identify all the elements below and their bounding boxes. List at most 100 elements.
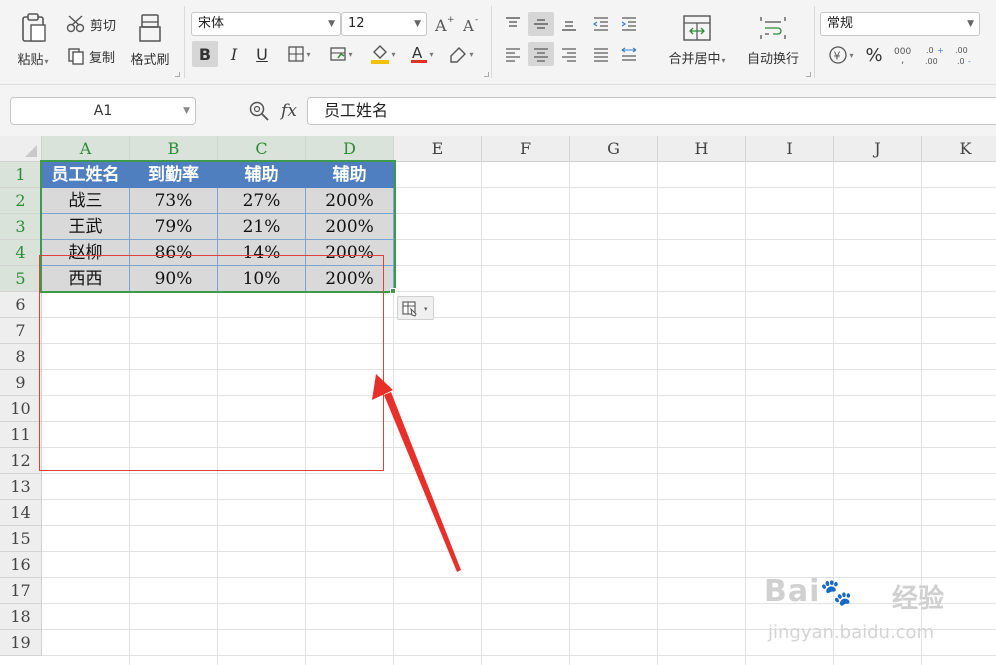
- header-cell[interactable]: 辅助: [306, 162, 394, 188]
- table-cell[interactable]: 王武: [42, 214, 130, 240]
- increase-indent-button[interactable]: [616, 12, 642, 36]
- row-header-14[interactable]: 14: [0, 500, 42, 526]
- distributed-button[interactable]: [616, 42, 642, 66]
- quick-analysis-button[interactable]: ▾: [397, 296, 434, 320]
- alignment-group-expander[interactable]: [806, 72, 811, 77]
- align-top-button[interactable]: [500, 12, 526, 36]
- font-name-select[interactable]: 宋体 ▼: [191, 12, 341, 36]
- header-cell[interactable]: 员工姓名: [42, 162, 130, 188]
- table-cell[interactable]: 赵柳: [42, 240, 130, 266]
- decrease-decimal-button[interactable]: .00 .0-: [952, 42, 980, 68]
- row-header-17[interactable]: 17: [0, 578, 42, 604]
- thousands-button[interactable]: 000,: [890, 42, 918, 68]
- cut-button[interactable]: 剪切: [62, 12, 120, 36]
- fill-color-button[interactable]: ▾: [364, 41, 402, 67]
- paste-button[interactable]: 粘贴▾: [8, 8, 58, 72]
- font-color-button[interactable]: A ▾: [405, 41, 439, 67]
- font-group-expander[interactable]: [484, 72, 489, 77]
- currency-button[interactable]: ¥ ▾: [823, 42, 859, 68]
- row-header-10[interactable]: 10: [0, 396, 42, 422]
- cell-style-button[interactable]: ▾: [322, 41, 360, 67]
- copy-button[interactable]: 复制: [62, 44, 120, 68]
- align-right-button[interactable]: [556, 42, 582, 66]
- column-header-i[interactable]: I: [746, 136, 834, 162]
- row-gridline: [42, 343, 996, 344]
- italic-button[interactable]: I: [222, 41, 246, 67]
- row-header-8[interactable]: 8: [0, 344, 42, 370]
- row-header-9[interactable]: 9: [0, 370, 42, 396]
- header-cell[interactable]: 到勤率: [130, 162, 218, 188]
- increase-font-size-button[interactable]: A +: [432, 12, 456, 36]
- header-cell[interactable]: 辅助: [218, 162, 306, 188]
- row-header-3[interactable]: 3: [0, 214, 42, 240]
- clipboard-group-expander[interactable]: [175, 72, 180, 77]
- font-size-select[interactable]: 12 ▼: [341, 12, 427, 36]
- number-format-select[interactable]: 常规 ▼: [820, 12, 980, 36]
- ribbon-toolbar: 粘贴▾ 剪切 复制 格式刷 宋体 ▼ 12 ▼ A + A- B I U ▾ ▾…: [0, 0, 996, 85]
- table-cell[interactable]: 200%: [306, 240, 394, 266]
- spreadsheet-grid[interactable]: ABCDEFGHIJK 1 2 3 4 5 6 7 8 9 10 11 12 13 14 15 16 17 18 1…: [0, 136, 996, 665]
- formula-input[interactable]: 员工姓名: [307, 97, 996, 125]
- row-header-18[interactable]: 18: [0, 604, 42, 630]
- justify-button[interactable]: [588, 42, 614, 66]
- row-header-13[interactable]: 13: [0, 474, 42, 500]
- table-cell[interactable]: 27%: [218, 188, 306, 214]
- row-header-12[interactable]: 12: [0, 448, 42, 474]
- row-header-5[interactable]: 5: [0, 266, 42, 292]
- align-left-button[interactable]: [500, 42, 526, 66]
- row-header-7[interactable]: 7: [0, 318, 42, 344]
- row-header-19[interactable]: 19: [0, 630, 42, 656]
- column-header-f[interactable]: F: [482, 136, 570, 162]
- fill-handle[interactable]: [390, 288, 396, 294]
- table-cell[interactable]: 200%: [306, 214, 394, 240]
- borders-button[interactable]: ▾: [280, 41, 318, 67]
- row-header-16[interactable]: 16: [0, 552, 42, 578]
- format-painter-button[interactable]: 格式刷: [124, 8, 176, 72]
- column-header-h[interactable]: H: [658, 136, 746, 162]
- column-header-e[interactable]: E: [394, 136, 482, 162]
- decrease-font-size-button[interactable]: A-: [460, 12, 484, 36]
- align-bottom-button[interactable]: [556, 12, 582, 36]
- underline-button[interactable]: U: [250, 41, 274, 67]
- row-header-6[interactable]: 6: [0, 292, 42, 318]
- wrap-text-button[interactable]: 自动换行: [740, 8, 806, 72]
- table-cell[interactable]: 21%: [218, 214, 306, 240]
- table-cell[interactable]: 79%: [130, 214, 218, 240]
- cell-text: 79%: [154, 217, 193, 237]
- table-cell[interactable]: 90%: [130, 266, 218, 292]
- clear-button[interactable]: ▾: [443, 41, 479, 67]
- row-header-2[interactable]: 2: [0, 188, 42, 214]
- column-header-b[interactable]: B: [130, 136, 218, 162]
- row-header-4[interactable]: 4: [0, 240, 42, 266]
- insert-function-button[interactable]: fx: [276, 99, 302, 123]
- column-header-j[interactable]: J: [834, 136, 922, 162]
- row-header-11[interactable]: 11: [0, 422, 42, 448]
- table-cell[interactable]: 200%: [306, 188, 394, 214]
- increase-decimal-button[interactable]: .0 + .00: [922, 42, 950, 68]
- decrease-indent-button[interactable]: [588, 12, 614, 36]
- percent-button[interactable]: %: [862, 42, 886, 68]
- column-header-a[interactable]: A: [42, 136, 130, 162]
- column-header-d[interactable]: D: [306, 136, 394, 162]
- table-cell[interactable]: 西西: [42, 266, 130, 292]
- zoom-formula-button[interactable]: [246, 99, 272, 123]
- header-cell-text: 员工姓名: [51, 165, 120, 185]
- table-cell[interactable]: 10%: [218, 266, 306, 292]
- merge-center-button[interactable]: 合并居中▾: [658, 8, 736, 72]
- row-gridline: [42, 317, 996, 318]
- column-header-g[interactable]: G: [570, 136, 658, 162]
- row-header-15[interactable]: 15: [0, 526, 42, 552]
- table-cell[interactable]: 14%: [218, 240, 306, 266]
- name-box[interactable]: A1 ▼: [10, 97, 196, 125]
- align-middle-button[interactable]: [528, 12, 554, 36]
- table-cell[interactable]: 200%: [306, 266, 394, 292]
- column-header-k[interactable]: K: [922, 136, 996, 162]
- table-cell[interactable]: 战三: [42, 188, 130, 214]
- bold-button[interactable]: B: [192, 41, 218, 67]
- column-header-c[interactable]: C: [218, 136, 306, 162]
- select-all-button[interactable]: [0, 136, 42, 162]
- table-cell[interactable]: 86%: [130, 240, 218, 266]
- table-cell[interactable]: 73%: [130, 188, 218, 214]
- align-center-button[interactable]: [528, 42, 554, 66]
- row-header-1[interactable]: 1: [0, 162, 42, 188]
